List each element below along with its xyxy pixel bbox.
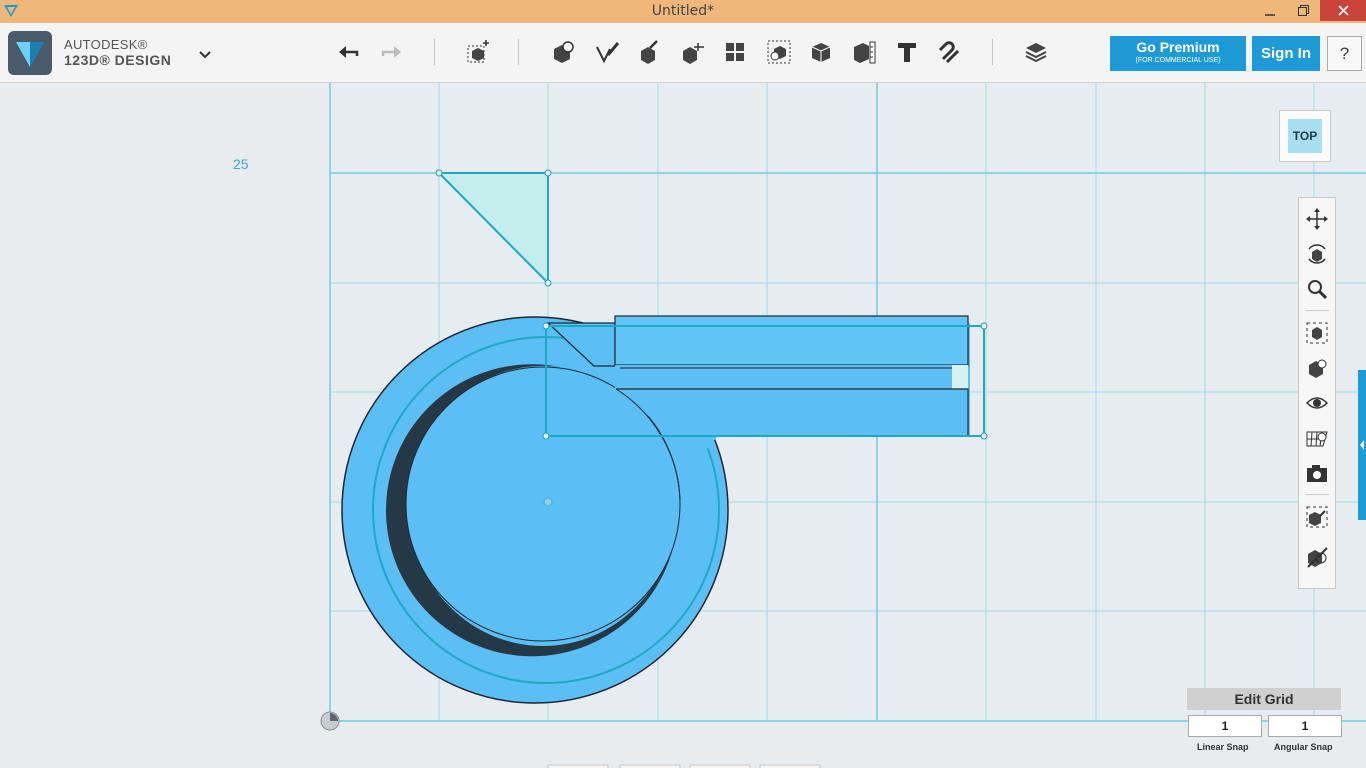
fit-view-icon[interactable] xyxy=(1305,321,1329,345)
pattern-button[interactable] xyxy=(678,37,708,67)
minimize-button[interactable] xyxy=(1255,0,1285,21)
angular-snap-input[interactable]: 1 xyxy=(1268,715,1342,737)
snap-button[interactable] xyxy=(935,37,965,67)
orbit-icon[interactable] xyxy=(1305,242,1329,266)
pattern-icon xyxy=(683,43,704,64)
pan-icon[interactable] xyxy=(1305,207,1329,231)
linear-snap-label: Linear Snap xyxy=(1197,742,1249,752)
premium-title: Go Premium xyxy=(1136,39,1220,55)
navigation-bar xyxy=(1298,197,1336,589)
close-button[interactable] xyxy=(1320,0,1366,21)
group-icon xyxy=(726,43,744,61)
viewport-canvas[interactable]: 25 xyxy=(0,83,1366,768)
ruler-button[interactable] xyxy=(849,37,879,67)
sketch-button[interactable] xyxy=(548,37,578,67)
help-button[interactable]: ? xyxy=(1327,36,1362,71)
premium-subtitle: (FOR COMMERCIAL USE) xyxy=(1135,57,1221,64)
combine-icon xyxy=(767,40,791,64)
camera-icon[interactable] xyxy=(1305,461,1329,485)
view-mode-icon[interactable] xyxy=(1305,356,1329,380)
eye-icon[interactable] xyxy=(1305,391,1329,415)
ruler-icon xyxy=(854,41,876,64)
construct-icon xyxy=(596,42,620,64)
materials-button[interactable] xyxy=(1021,37,1051,67)
add-primitive-icon xyxy=(467,40,489,63)
layers-icon xyxy=(1025,43,1047,63)
redo-icon xyxy=(381,46,401,58)
snap-settings-icon[interactable] xyxy=(1305,505,1329,529)
app-logo-icon xyxy=(16,42,44,67)
angular-snap-label: Angular Snap xyxy=(1274,742,1333,752)
modify-button[interactable] xyxy=(634,37,664,67)
combine-button[interactable] xyxy=(764,37,794,67)
primitives-button[interactable] xyxy=(463,37,493,67)
restore-button[interactable] xyxy=(1288,0,1318,21)
zoom-icon[interactable] xyxy=(1305,277,1329,301)
brand-company: AUTODESK® xyxy=(64,37,148,52)
view-cube[interactable]: TOP xyxy=(1279,110,1331,162)
undo-icon xyxy=(339,46,359,58)
linear-snap-input[interactable]: 1 xyxy=(1188,715,1262,737)
coordinate-readout: 25 xyxy=(233,156,249,172)
title-bar: Untitled* xyxy=(0,0,1366,23)
hide-snap-icon[interactable] xyxy=(1305,545,1329,569)
chevron-down-icon[interactable] xyxy=(198,47,212,65)
magnet-icon xyxy=(938,41,960,64)
app-menu-button[interactable] xyxy=(8,31,52,75)
construct-button[interactable] xyxy=(592,37,622,67)
measure-button[interactable] xyxy=(806,37,836,67)
origin-icon xyxy=(320,711,340,731)
sign-in-button[interactable]: Sign In xyxy=(1252,36,1320,71)
undo-button[interactable] xyxy=(334,37,364,67)
sketch-icon xyxy=(554,41,574,63)
go-premium-button[interactable]: Go Premium (FOR COMMERCIAL USE) xyxy=(1110,36,1246,71)
grouping-button[interactable] xyxy=(720,37,750,67)
workplane-grid xyxy=(320,83,1366,768)
window-title: Untitled* xyxy=(651,3,715,19)
main-toolbar: AUTODESK® 123D® DESIGN Go Premium (FOR C… xyxy=(0,23,1366,83)
view-cube-face[interactable]: TOP xyxy=(1288,119,1322,153)
brand-product: 123D® DESIGN xyxy=(64,52,172,68)
side-panel-handle[interactable] xyxy=(1358,370,1366,520)
redo-button[interactable] xyxy=(376,37,406,67)
text-button[interactable] xyxy=(892,37,922,67)
text-icon xyxy=(898,43,916,62)
solid-box-icon xyxy=(811,43,831,62)
edit-grid-button[interactable]: Edit Grid xyxy=(1187,688,1341,710)
modify-icon xyxy=(641,40,658,64)
grid-material-icon[interactable] xyxy=(1305,426,1329,450)
